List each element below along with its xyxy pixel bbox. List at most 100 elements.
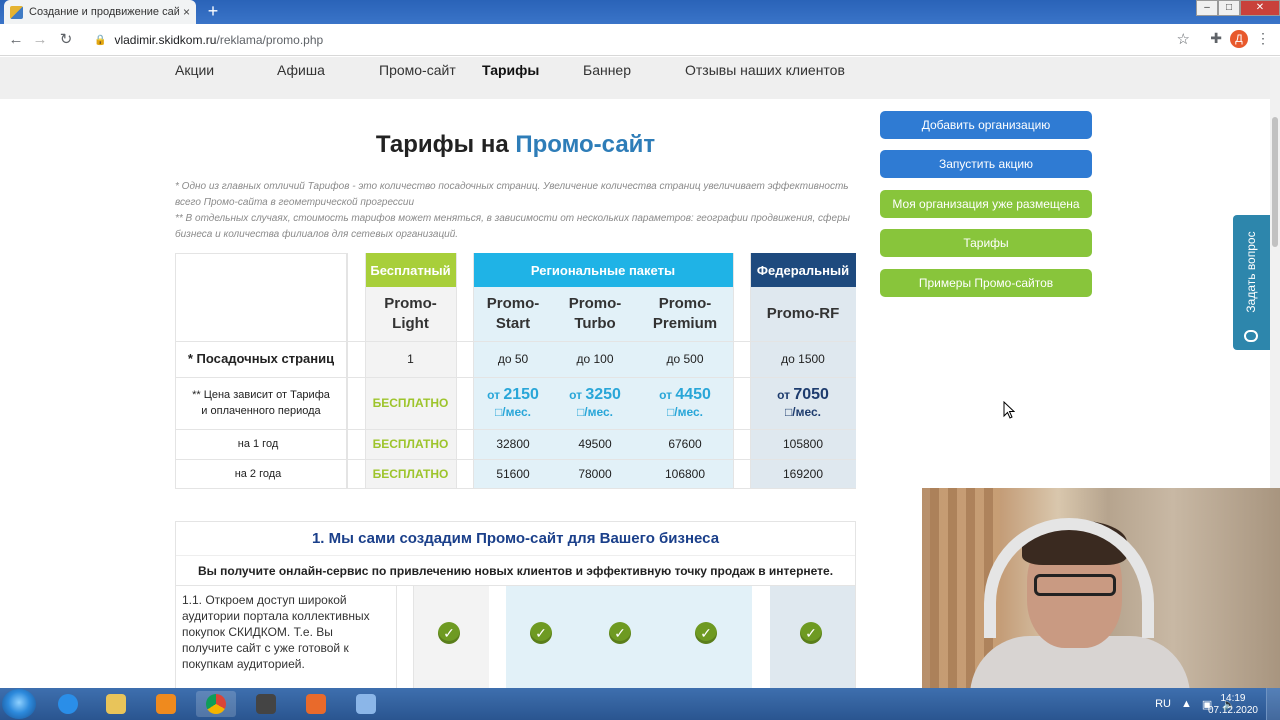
ie-icon[interactable] xyxy=(48,691,88,717)
nav-item-reviews[interactable]: Отзывы наших клиентов xyxy=(685,62,845,78)
extensions-icon[interactable]: ✚ xyxy=(1210,30,1222,47)
presentation-icon[interactable] xyxy=(296,691,336,717)
nav-item-afisha[interactable]: Афиша xyxy=(277,62,325,78)
price-start: от 2150 □/мес. xyxy=(473,377,553,429)
browser-toolbar: ← → ↻ 🔒 vladimir.skidkom.ru /reklama/pro… xyxy=(0,24,1280,56)
tariff-notes: * Одно из главных отличий Тарифов - это … xyxy=(175,179,865,243)
price-suffix: □/мес. xyxy=(577,404,613,419)
price-value: 4450 xyxy=(675,385,711,403)
year1-turbo: 49500 xyxy=(578,437,612,451)
language-indicator[interactable]: RU xyxy=(1155,698,1171,710)
note-pages: * Одно из главных отличий Тарифов - это … xyxy=(175,181,849,208)
year1-rf: 105800 xyxy=(782,437,824,451)
grid-line xyxy=(365,253,366,489)
tab-title: Создание и продвижение сайт xyxy=(29,6,179,18)
plan-promo-light: Promo- Light xyxy=(384,295,437,332)
price-light: БЕСПЛАТНО xyxy=(372,396,449,410)
url-path: /reklama/promo.php xyxy=(216,33,324,47)
plan-promo-start: Promo- Start xyxy=(486,295,540,332)
menu-kebab-icon[interactable]: ⋮ xyxy=(1256,30,1270,47)
grid-line xyxy=(175,377,856,378)
url-host: vladimir.skidkom.ru xyxy=(114,33,217,47)
address-bar[interactable]: 🔒 vladimir.skidkom.ru /reklama/promo.php xyxy=(86,28,1196,52)
row-label-price: ** Цена зависит от Тарифа и оплаченного … xyxy=(192,389,330,417)
nav-item-tariffs[interactable]: Тарифы xyxy=(482,62,539,78)
pages-premium: до 500 xyxy=(666,352,704,366)
price-premium: от 4450 □/мес. xyxy=(637,377,733,429)
row-label-pages: * Посадочных страниц xyxy=(187,351,335,366)
check-icon: ✓ xyxy=(695,622,717,644)
price-prefix: от xyxy=(487,387,500,402)
profile-avatar[interactable]: Д xyxy=(1230,30,1248,48)
lock-icon: 🔒 xyxy=(94,34,107,46)
new-tab-button[interactable]: + xyxy=(202,2,224,22)
bookmark-star-icon[interactable]: ☆ xyxy=(1177,30,1190,48)
check-icon: ✓ xyxy=(438,622,460,644)
start-button[interactable] xyxy=(2,689,36,719)
features-title: 1. Мы сами создадим Промо-сайт для Вашег… xyxy=(176,522,855,556)
price-value: 2150 xyxy=(503,385,539,403)
grid-line xyxy=(473,253,474,489)
media-player-icon[interactable] xyxy=(146,691,186,717)
explorer-icon[interactable] xyxy=(96,691,136,717)
ask-question-tab[interactable]: Задать вопрос xyxy=(1233,215,1270,350)
launch-promo-button[interactable]: Запустить акцию xyxy=(880,150,1092,178)
grid-line xyxy=(175,459,856,460)
chrome-icon[interactable] xyxy=(196,691,236,717)
grid-line xyxy=(750,253,751,489)
webcam-overlay xyxy=(922,488,1280,690)
paint-icon[interactable] xyxy=(346,691,386,717)
browser-tab[interactable]: Создание и продвижение сайт × xyxy=(4,0,196,24)
grid-line xyxy=(175,488,856,489)
row-label-year1: на 1 год xyxy=(237,438,279,450)
price-rf: от 7050 □/мес. xyxy=(750,377,856,429)
features-subtitle: Вы получите онлайн-сервис по привлечению… xyxy=(176,556,855,586)
plan-promo-rf: Promo-RF xyxy=(766,305,840,322)
nav-item-banner[interactable]: Баннер xyxy=(583,62,631,78)
nav-item-promo-site[interactable]: Промо-сайт xyxy=(379,62,456,78)
grid-line xyxy=(175,429,856,430)
video-editor-icon[interactable] xyxy=(246,691,286,717)
forward-icon[interactable]: → xyxy=(30,30,50,50)
group-free: Бесплатный xyxy=(365,253,456,287)
show-desktop-button[interactable] xyxy=(1266,688,1280,720)
pages-start: до 50 xyxy=(497,352,529,366)
tray-arrow-icon[interactable]: ▲ xyxy=(1181,698,1192,710)
pricing-table: Бесплатный Региональные пакеты Федеральн… xyxy=(175,253,856,489)
close-window-button[interactable]: ✕ xyxy=(1240,0,1280,16)
chat-bubble-icon xyxy=(1244,330,1258,342)
year2-start: 51600 xyxy=(496,467,530,481)
ask-question-label: Задать вопрос xyxy=(1244,231,1258,313)
back-icon[interactable]: ← xyxy=(6,30,26,50)
plan-promo-premium: Promo- Premium xyxy=(652,295,718,332)
year1-start: 32800 xyxy=(496,437,530,451)
check-icon: ✓ xyxy=(530,622,552,644)
promo-examples-button[interactable]: Примеры Промо-сайтов xyxy=(880,269,1092,297)
year2-turbo: 78000 xyxy=(578,467,612,481)
tab-close-icon[interactable]: × xyxy=(183,5,190,19)
tariffs-button[interactable]: Тарифы xyxy=(880,229,1092,257)
clock-date: 07.12.2020 xyxy=(1207,705,1258,716)
minimize-button[interactable]: – xyxy=(1196,0,1218,16)
price-prefix: от xyxy=(659,387,672,402)
price-turbo: от 3250 □/мес. xyxy=(555,377,635,429)
grid-line xyxy=(175,341,856,342)
system-clock[interactable]: 14:19 07.12.2020 xyxy=(1208,693,1258,717)
grid-line xyxy=(347,253,348,489)
scrollbar-thumb[interactable] xyxy=(1272,117,1278,247)
windows-taskbar: RU ▲ ▣ 🔈 14:19 07.12.2020 xyxy=(0,688,1280,720)
nav-item-aktsii[interactable]: Акции xyxy=(175,62,214,78)
price-prefix: от xyxy=(777,387,790,402)
window-controls: – □ ✕ xyxy=(1196,0,1280,16)
page-title: Тарифы на Промо-сайт xyxy=(175,131,856,159)
reload-icon[interactable]: ↻ xyxy=(56,30,76,50)
maximize-button[interactable]: □ xyxy=(1218,0,1240,16)
spacer-column xyxy=(396,586,414,688)
plan-promo-turbo: Promo- Turbo xyxy=(568,295,622,332)
year2-premium: 106800 xyxy=(664,467,706,481)
pages-turbo: до 100 xyxy=(576,352,614,366)
add-organization-button[interactable]: Добавить организацию xyxy=(880,111,1092,139)
features-section: 1. Мы сами создадим Промо-сайт для Вашег… xyxy=(175,521,856,688)
already-listed-button[interactable]: Моя организация уже размещена xyxy=(880,190,1092,218)
year1-premium: 67600 xyxy=(668,437,702,451)
